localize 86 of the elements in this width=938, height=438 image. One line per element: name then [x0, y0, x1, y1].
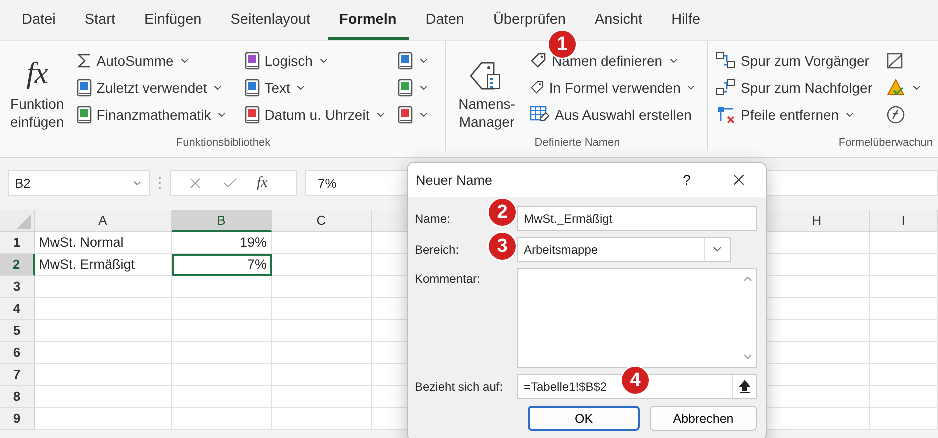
- remove-arrows-icon: [716, 106, 736, 124]
- table-cell: MwSt. Normal: [35, 232, 172, 254]
- sigma-icon: [76, 52, 92, 68]
- ribbon-button[interactable]: In Formel verwenden: [528, 74, 698, 101]
- table-cell: [870, 276, 938, 298]
- name-box[interactable]: B2: [8, 170, 150, 196]
- group-label: Definierte Namen: [534, 137, 620, 151]
- table-cell: MwSt. Ermäßigt: [35, 254, 172, 276]
- error-check-icon: [886, 78, 906, 98]
- table-icon: [530, 106, 550, 123]
- ribbon-button[interactable]: Datum u. Uhrzeit: [242, 101, 390, 128]
- book-icon: [76, 106, 92, 124]
- book-icon: [398, 106, 413, 124]
- menu-tab[interactable]: Datei: [10, 0, 68, 40]
- ribbon-button[interactable]: Logisch: [242, 47, 390, 74]
- book-icon: [76, 78, 92, 96]
- ribbon-button[interactable]: Pfeile entfernen: [714, 101, 878, 128]
- row-header[interactable]: 9: [0, 408, 35, 430]
- book-icon: [244, 106, 260, 124]
- menu-tab[interactable]: Daten: [414, 0, 476, 40]
- row-header[interactable]: 5: [0, 320, 35, 342]
- field-label: Kommentar:: [415, 271, 480, 286]
- table-cell: [870, 364, 938, 386]
- step-badge: 1: [549, 31, 576, 58]
- menu-tab[interactable]: Seitenlayout: [218, 0, 323, 40]
- field-label: Name:: [415, 212, 450, 226]
- book-icon: [244, 78, 260, 96]
- table-cell: [870, 342, 938, 364]
- ribbon-button[interactable]: Finanzmathematik: [74, 101, 237, 128]
- row-header[interactable]: 1: [0, 232, 35, 254]
- table-cell: 7%: [172, 254, 272, 276]
- ribbon-button[interactable]: Spur zum Nachfolger: [714, 74, 878, 101]
- corner-triangle-icon: [17, 215, 31, 229]
- name-field[interactable]: MwSt._Ermäßigt: [517, 206, 757, 231]
- trace-arrows-icon: [716, 78, 736, 96]
- group-label: Funktionsbibliothek: [176, 137, 271, 151]
- book-icon: [398, 52, 413, 70]
- grip-icon: [158, 176, 162, 190]
- field-label: Bezieht sich auf:: [415, 380, 504, 394]
- field-label: Bereich:: [415, 242, 460, 256]
- table-cell: [870, 408, 938, 430]
- help-button[interactable]: ?: [672, 171, 702, 189]
- row-header[interactable]: 6: [0, 342, 35, 364]
- ok-button[interactable]: OK: [528, 406, 640, 431]
- step-badge: 4: [622, 367, 649, 394]
- column-header[interactable]: A: [35, 210, 172, 232]
- menu-tab[interactable]: Hilfe: [660, 0, 713, 40]
- ribbon-button[interactable]: Text: [242, 74, 390, 101]
- name-manager-button[interactable]: Namens-Manager: [452, 47, 522, 137]
- ribbon-button[interactable]: AutoSumme: [74, 47, 237, 74]
- row-header[interactable]: 3: [0, 276, 35, 298]
- table-cell: [870, 386, 938, 408]
- evaluate-formula-icon: [886, 104, 906, 124]
- table-cell: [870, 232, 938, 254]
- column-header[interactable]: B: [172, 210, 272, 232]
- scope-dropdown[interactable]: Arbeitsmappe: [517, 237, 731, 262]
- trace-arrows-icon: [716, 52, 736, 70]
- table-cell: [870, 254, 938, 276]
- step-badge: 2: [489, 199, 516, 226]
- menu-tab[interactable]: Start: [72, 0, 128, 40]
- dialog-title: Neuer Name: [416, 172, 494, 188]
- step-badge: 3: [489, 233, 516, 260]
- book-icon: [244, 52, 260, 70]
- group-label: Formelüberwachun: [838, 137, 933, 151]
- menu-tab[interactable]: Ansicht: [583, 0, 655, 40]
- upload-arrow-icon: [738, 380, 750, 394]
- tag-icon: [530, 79, 544, 96]
- menu-tab[interactable]: Einfügen: [132, 0, 214, 40]
- book-icon: [398, 78, 413, 96]
- ribbon-button[interactable]: Spur zum Vorgänger: [714, 47, 878, 74]
- table-cell: 19%: [172, 232, 272, 254]
- column-header[interactable]: I: [870, 210, 938, 232]
- ribbon-button[interactable]: Aus Auswahl erstellen: [528, 101, 698, 128]
- row-header[interactable]: 8: [0, 386, 35, 408]
- column-header[interactable]: H: [765, 210, 870, 232]
- insert-function-symbol[interactable]: fx: [257, 174, 268, 192]
- tag-icon: [530, 52, 547, 69]
- table-cell: [870, 298, 938, 320]
- table-cell: [870, 320, 938, 342]
- row-header[interactable]: 7: [0, 364, 35, 386]
- ribbon-button[interactable]: Zuletzt verwendet: [74, 74, 237, 101]
- column-header[interactable]: C: [272, 210, 372, 232]
- row-header[interactable]: 2: [0, 254, 35, 276]
- cancel-button[interactable]: Abbrechen: [650, 406, 757, 431]
- row-header[interactable]: 4: [0, 298, 35, 320]
- insert-function-button[interactable]: fx Funktion einfügen: [6, 47, 69, 137]
